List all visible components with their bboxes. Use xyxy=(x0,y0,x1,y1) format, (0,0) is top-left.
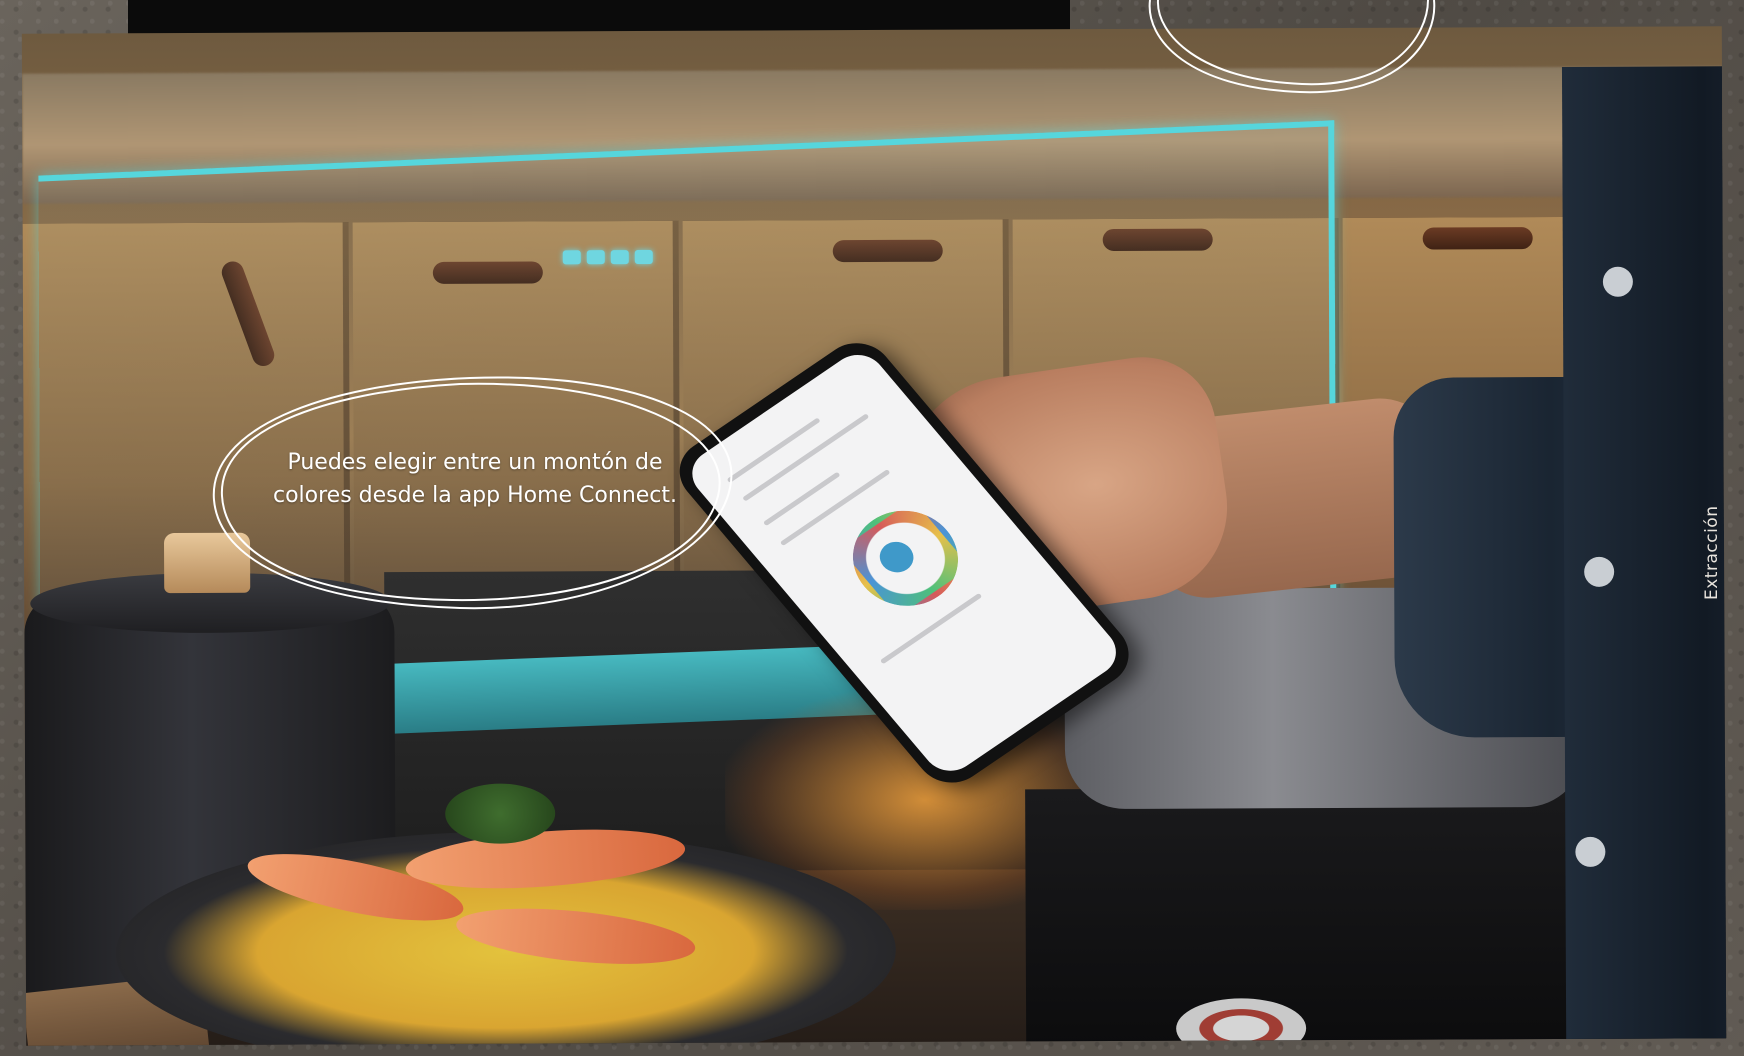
callout-text: Puedes elegir entre un montón de colores… xyxy=(240,446,710,512)
top-ellipse-fragment-second-stroke xyxy=(1156,0,1429,86)
top-ellipse-fragment xyxy=(1148,0,1436,94)
section-label: Extracción xyxy=(1702,505,1722,600)
callout-line-2: colores desde la app Home Connect. xyxy=(272,483,678,508)
hand-drawn-ellipses xyxy=(212,0,1436,610)
callout-line-1: Puedes elegir entre un montón de xyxy=(287,450,663,475)
